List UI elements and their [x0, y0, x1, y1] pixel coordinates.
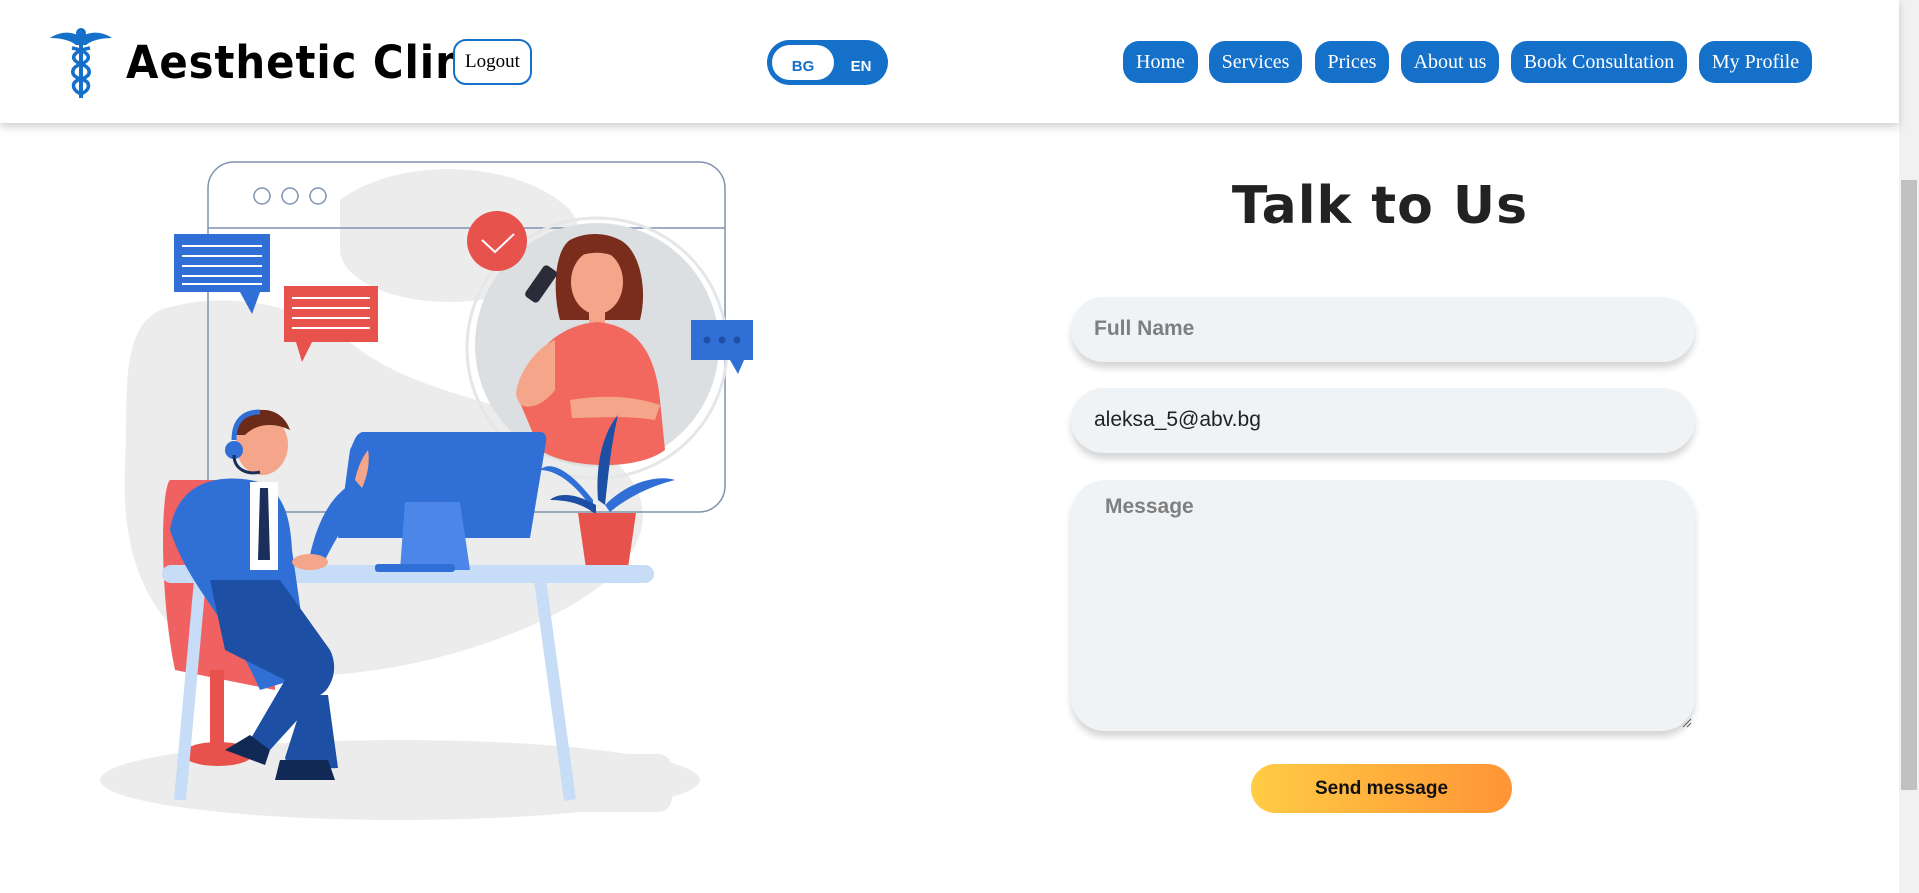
nav-my-profile[interactable]: My Profile [1699, 41, 1812, 83]
resize-handle-icon[interactable] [1682, 718, 1692, 728]
site-header: Aesthetic Clinic Logout BG EN Home Servi… [0, 0, 1899, 123]
nav-about-us[interactable]: About us [1401, 41, 1499, 83]
nav-prices[interactable]: Prices [1315, 41, 1389, 83]
message-textarea[interactable]: Message [1071, 480, 1695, 731]
logout-button[interactable]: Logout [453, 39, 532, 85]
nav-book-consultation[interactable]: Book Consultation [1511, 41, 1687, 83]
scrollbar-thumb[interactable] [1901, 180, 1917, 790]
email-input[interactable]: aleksa_5@abv.bg [1071, 388, 1695, 453]
send-message-button[interactable]: Send message [1251, 764, 1512, 813]
nav-services[interactable]: Services [1209, 41, 1302, 83]
message-placeholder: Message [1105, 495, 1194, 518]
full-name-input[interactable]: Full Name [1071, 297, 1695, 362]
language-en-option[interactable]: EN [834, 44, 888, 89]
caduceus-icon[interactable] [48, 24, 114, 100]
language-toggle[interactable]: BG EN [767, 40, 888, 85]
contact-title: Talk to Us [1231, 176, 1529, 236]
nav-home[interactable]: Home [1123, 41, 1198, 83]
brand-title[interactable]: Aesthetic Clinic [126, 36, 507, 89]
page-scrollbar[interactable] [1899, 0, 1919, 893]
language-bg-option[interactable]: BG [772, 44, 834, 89]
customer-support-illustration [100, 161, 753, 820]
